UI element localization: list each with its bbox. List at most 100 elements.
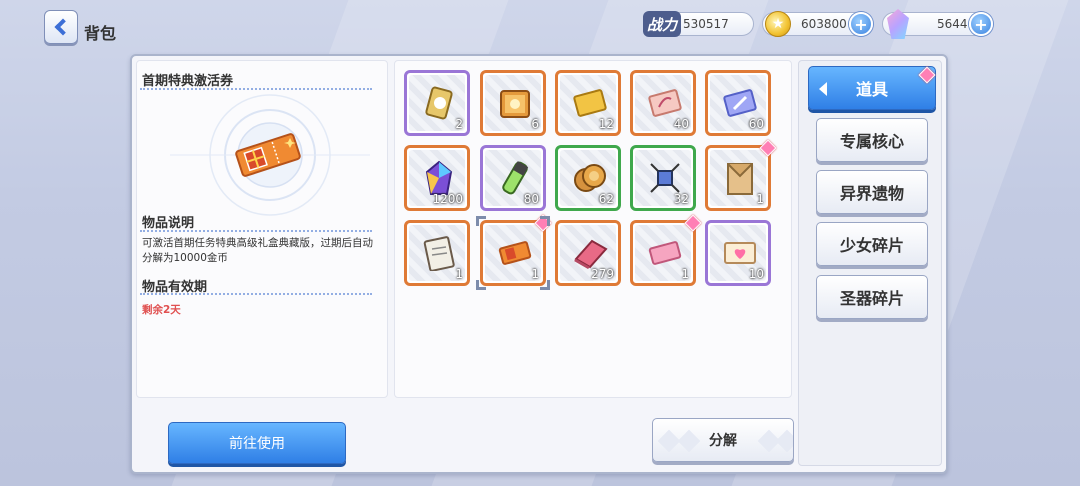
card-icon (573, 89, 607, 117)
tab-artifact-shards[interactable]: 圣器碎片 (816, 275, 928, 319)
item-description: 可激活首期任务特典高级礼盒典藏版，过期后自动分解为10000金币 (142, 237, 373, 264)
new-badge-icon (918, 66, 936, 84)
chip-item[interactable]: 32 (630, 145, 696, 211)
item-slot-frame: 6 (485, 75, 541, 131)
sword-card-icon (723, 89, 757, 117)
add-coins-button[interactable]: + (849, 12, 873, 36)
decor-diamond (775, 429, 793, 453)
divider (140, 230, 372, 232)
item-count: 62 (598, 192, 614, 206)
coin-item[interactable]: 62 (555, 145, 621, 211)
sword-card-item[interactable]: 60 (705, 70, 771, 136)
power-value: 530517 (683, 17, 729, 31)
category-label: 少女碎片 (839, 236, 904, 255)
coin-icon: ★ (765, 11, 791, 37)
tab-otherworld-relic[interactable]: 异界遗物 (816, 170, 928, 214)
coin-value: 603800 (801, 17, 847, 31)
item-slot-frame: 12 (560, 75, 616, 131)
tab-exclusive-core[interactable]: 专属核心 (816, 118, 928, 162)
potion-icon (502, 161, 529, 195)
ticket-icon (498, 241, 532, 265)
category-label: 道具 (855, 80, 888, 99)
item-slot-frame: 1 (635, 225, 691, 281)
crate-icon (500, 90, 530, 118)
dna-card-item[interactable]: 40 (630, 70, 696, 136)
item-count: 1 (756, 192, 764, 206)
pink-ticket-icon (648, 241, 682, 265)
chevron-left-icon (54, 18, 72, 36)
power-display: 战力 530517 (643, 11, 754, 37)
envelope-icon (727, 163, 753, 195)
crate-item[interactable]: 6 (480, 70, 546, 136)
selection-corner (540, 216, 550, 226)
item-slot-frame: 80 (485, 150, 541, 206)
item-count: 1200 (432, 192, 463, 206)
envelope-item[interactable]: 1 (705, 139, 777, 211)
item-slot-frame: 1 (409, 225, 465, 281)
item-count: 10 (748, 267, 764, 281)
selection-corner (540, 280, 550, 290)
item-count: 40 (673, 117, 689, 131)
item-count: 80 (523, 192, 539, 206)
item-count: 60 (748, 117, 764, 131)
divider (140, 293, 372, 295)
item-count: 279 (591, 267, 614, 281)
pink-ticket-item[interactable]: 1 (630, 214, 702, 286)
item-count: 1 (531, 267, 539, 281)
item-name: 首期特典激活券 (142, 74, 234, 89)
add-gems-button[interactable]: + (969, 12, 993, 36)
gem-display: 5644 + (882, 9, 993, 39)
coin-icon (574, 164, 606, 192)
item-slot-frame: 32 (635, 150, 691, 206)
tab-items[interactable]: 道具 (808, 66, 936, 110)
item-count: 1 (681, 267, 689, 281)
go-use-button[interactable]: 前往使用 (168, 422, 346, 464)
power-label: 战力 (643, 11, 682, 37)
heart-ticket-item[interactable]: 10 (705, 220, 771, 286)
back-button[interactable] (44, 10, 78, 44)
cloth-item[interactable]: 279 (555, 220, 621, 286)
item-slot-frame: 1200 (409, 150, 465, 206)
chip-icon (650, 163, 680, 193)
page-title: 背包 (84, 24, 117, 43)
disassemble-button[interactable]: 分解 (652, 418, 794, 462)
ticket-icon (235, 133, 301, 177)
desc-title: 物品说明 (142, 216, 195, 231)
heart-ticket-icon (724, 242, 756, 264)
item-slot-frame: 60 (710, 75, 766, 131)
item-slot-frame: 10 (710, 225, 766, 281)
category-label: 专属核心 (839, 132, 904, 151)
item-count: 6 (531, 117, 539, 131)
category-label: 异界遗物 (839, 184, 904, 203)
item-count: 32 (673, 192, 689, 206)
clipboard-icon (423, 236, 455, 271)
gem-value: 5644 (937, 17, 968, 31)
crystal-icon (425, 160, 453, 195)
arrow-left-icon (819, 82, 827, 96)
item-slot-frame: 1 (485, 225, 541, 281)
dna-card-icon (648, 89, 682, 117)
gem-icon (887, 9, 909, 39)
item-count: 1 (455, 267, 463, 281)
gold-card-item[interactable]: 12 (555, 70, 621, 136)
selection-corner (476, 216, 486, 226)
ticket-item[interactable]: 1 (480, 214, 552, 286)
selection-corner (476, 280, 486, 290)
tab-girl-shards[interactable]: 少女碎片 (816, 222, 928, 266)
coin-display: ★ 603800 + (762, 11, 873, 37)
crystal-item[interactable]: 1200 (404, 145, 470, 211)
potion-item[interactable]: 80 (480, 145, 546, 211)
can-item[interactable]: 2 (404, 70, 470, 136)
clipboard-item[interactable]: 1 (404, 220, 470, 286)
item-slot-frame: 1 (710, 150, 766, 206)
item-slot-frame: 40 (635, 75, 691, 131)
category-label: 圣器碎片 (839, 289, 904, 308)
item-slot-frame: 2 (409, 75, 465, 131)
validity-remaining: 剩余2天 (142, 304, 181, 316)
decor-diamond (677, 429, 701, 453)
item-slot-frame: 279 (560, 225, 616, 281)
cloth-icon (574, 239, 608, 269)
disassemble-label: 分解 (709, 433, 737, 449)
can-icon (425, 86, 453, 120)
item-count: 12 (598, 117, 614, 131)
